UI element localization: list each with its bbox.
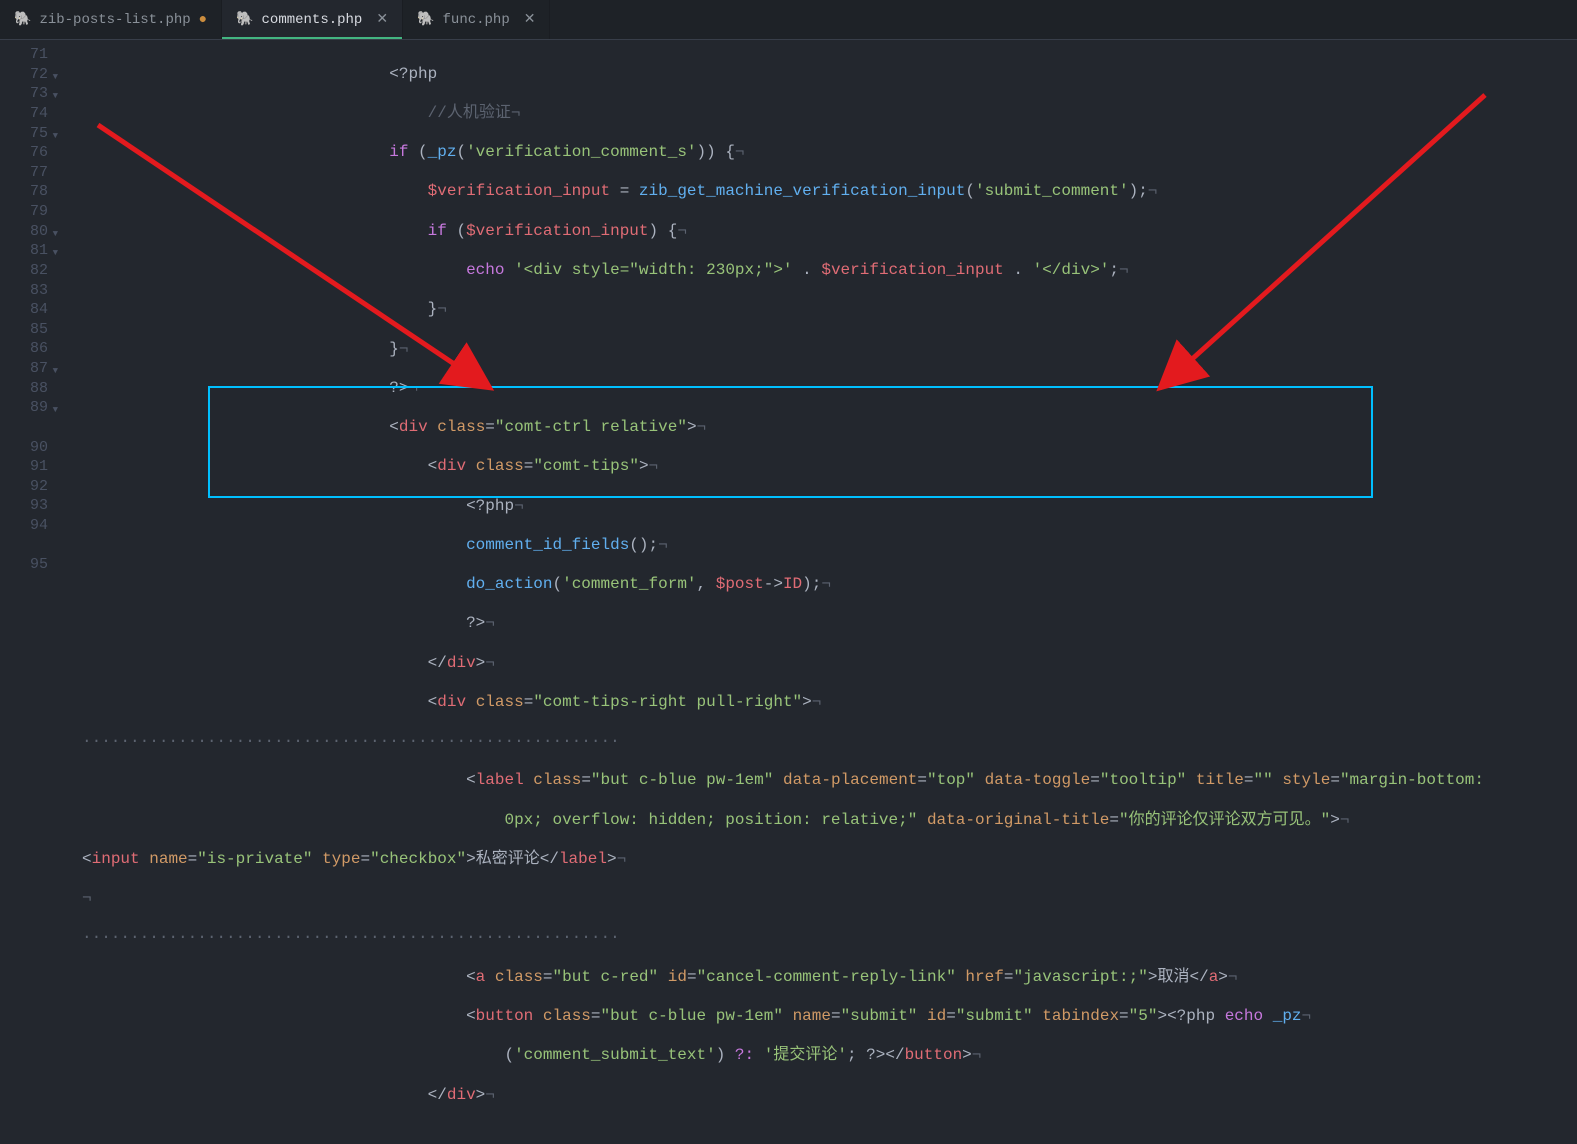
fold-icon[interactable]: ▼ [53,244,58,264]
line-number: 92 [0,477,48,497]
line-number: 73▼ [0,84,48,104]
fold-icon[interactable]: ▼ [53,401,58,421]
tab-bar: 🐘 zib-posts-list.php ● 🐘 comments.php ✕ … [0,0,1577,40]
tab-func[interactable]: 🐘 func.php ✕ [403,0,550,39]
line-number: 93 [0,496,48,516]
close-icon[interactable]: ✕ [524,11,536,28]
line-number: 74 [0,104,48,124]
tab-label: zib-posts-list.php [39,12,190,28]
php-icon: 🐘 [236,11,253,28]
line-number: 79 [0,202,48,222]
line-number: 81▼ [0,241,48,261]
php-icon: 🐘 [14,11,31,28]
gutter: 7172▼73▼7475▼7677787980▼81▼828384858687▼… [0,40,62,593]
line-number: 84 [0,300,48,320]
line-number: 78 [0,182,48,202]
line-number: 85 [0,320,48,340]
line-number: 82 [0,261,48,281]
tab-label: func.php [443,12,510,28]
line-number [0,536,48,556]
line-number: 90 [0,438,48,458]
modified-icon: ● [199,12,207,28]
tab-zib-posts-list[interactable]: 🐘 zib-posts-list.php ● [0,0,222,39]
line-number: 72▼ [0,65,48,85]
tab-comments[interactable]: 🐘 comments.php ✕ [222,0,403,39]
editor: 7172▼73▼7475▼7677787980▼81▼828384858687▼… [0,40,1577,593]
php-icon: 🐘 [417,11,434,28]
line-number: 71 [0,45,48,65]
code-area[interactable]: <?php //人机验证¬ if (_pz('verification_comm… [62,40,1577,593]
fold-icon[interactable]: ▼ [53,87,58,107]
line-number: 94 [0,516,48,536]
tab-label: comments.php [262,12,363,28]
line-number: 83 [0,281,48,301]
line-number: 80▼ [0,222,48,242]
line-number: 87▼ [0,359,48,379]
line-number: 86 [0,339,48,359]
fold-icon[interactable]: ▼ [53,127,58,147]
line-number: 95 [0,555,48,575]
fold-icon[interactable]: ▼ [53,225,58,245]
close-icon[interactable]: ✕ [376,11,388,28]
line-number: 91 [0,457,48,477]
fold-icon[interactable]: ▼ [53,362,58,382]
line-number: 76 [0,143,48,163]
fold-icon[interactable]: ▼ [53,68,58,88]
line-number [0,418,48,438]
line-number: 77 [0,163,48,183]
line-number: 88 [0,379,48,399]
line-number: 75▼ [0,124,48,144]
line-number: 89▼ [0,398,48,418]
